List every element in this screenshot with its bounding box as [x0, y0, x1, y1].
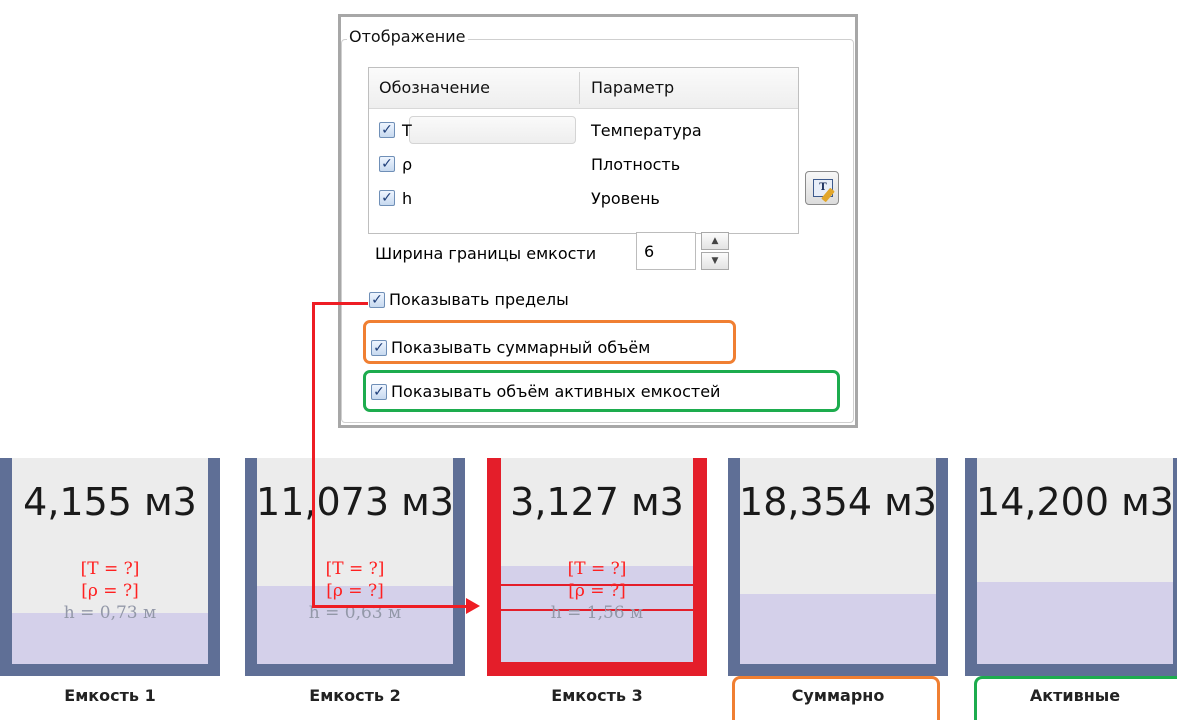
- arrow-head-icon: [466, 598, 480, 614]
- symbol-cell[interactable]: ρ: [402, 155, 412, 174]
- column-header-parameter[interactable]: Параметр: [591, 78, 674, 97]
- tank-label: Емкость 3: [551, 686, 643, 705]
- row-checkbox-temperature[interactable]: ✓: [379, 122, 395, 138]
- tank-total[interactable]: 18,354 м3: [728, 458, 948, 676]
- show-total-checkbox[interactable]: ✓: [371, 340, 387, 356]
- tank-active[interactable]: 14,200 м3: [965, 458, 1177, 676]
- row-checkbox-level[interactable]: ✓: [379, 190, 395, 206]
- tank-density: [ρ = ?]: [326, 581, 384, 601]
- tank-2[interactable]: 11,073 м3 [T = ?] [ρ = ?] h = 0,63 м: [245, 458, 465, 676]
- tank-volume: 11,073 м3: [256, 480, 454, 524]
- limits-arrow-horizontal-bottom: [312, 605, 468, 608]
- tank-label: Активные: [1029, 686, 1121, 705]
- show-active-label[interactable]: Показывать объём активных емкостей: [391, 382, 720, 401]
- symbol-cell[interactable]: T: [402, 121, 412, 140]
- limits-arrow-vertical: [312, 302, 315, 607]
- tank-volume: 3,127 м3: [510, 480, 684, 524]
- show-active-checkbox[interactable]: ✓: [371, 384, 387, 400]
- border-width-label: Ширина границы емкости: [375, 244, 597, 263]
- show-limits-label[interactable]: Показывать пределы: [389, 290, 569, 309]
- show-total-label[interactable]: Показывать суммарный объём: [391, 338, 650, 357]
- tank-temperature: [T = ?]: [80, 559, 140, 579]
- table-row[interactable]: ✓ T Температура: [369, 114, 798, 148]
- tank-level: h = 0,73 м: [63, 603, 157, 623]
- tank-label: Емкость 2: [309, 686, 401, 705]
- tank-temperature: [T = ?]: [567, 559, 627, 579]
- spin-down-button[interactable]: ▼: [701, 252, 729, 270]
- tank-1[interactable]: 4,155 м3 [T = ?] [ρ = ?] h = 0,73 м: [0, 458, 220, 676]
- parameter-cell: Уровень: [591, 189, 660, 208]
- parameter-cell: Температура: [591, 121, 702, 140]
- tank-label: Суммарно: [791, 686, 885, 705]
- show-active-option[interactable]: ✓ Показывать объём активных емкостей: [371, 382, 821, 404]
- table-row[interactable]: ✓ ρ Плотность: [369, 148, 798, 182]
- group-title: Отображение: [347, 27, 468, 46]
- symbol-edit-box[interactable]: [409, 116, 576, 144]
- table-row[interactable]: ✓ h Уровень: [369, 182, 798, 216]
- column-divider[interactable]: [579, 72, 580, 104]
- border-width-spinner: ▲ ▼: [701, 232, 729, 270]
- row-checkbox-density[interactable]: ✓: [379, 156, 395, 172]
- tank-fill-level: [977, 581, 1173, 664]
- tank-level: h = 1,56 м: [550, 603, 644, 623]
- table-header: Обозначение Параметр: [369, 68, 798, 109]
- limits-arrow-horizontal-top: [312, 302, 368, 305]
- show-limits-option[interactable]: ✓ Показывать пределы: [369, 290, 629, 312]
- show-total-option[interactable]: ✓ Показывать суммарный объём: [371, 338, 711, 360]
- font-settings-button[interactable]: T: [805, 171, 839, 205]
- tank-volume: 14,200 м3: [976, 480, 1174, 524]
- parameter-cell: Плотность: [591, 155, 681, 174]
- tank-density: [ρ = ?]: [81, 581, 139, 601]
- spin-up-button[interactable]: ▲: [701, 232, 729, 250]
- show-limits-checkbox[interactable]: ✓: [369, 292, 385, 308]
- parameters-table: Обозначение Параметр ✓ T Температура ✓ ρ…: [368, 67, 799, 234]
- tank-temperature: [T = ?]: [325, 559, 385, 579]
- tank-fill-level: [740, 593, 936, 664]
- tank-3-selected[interactable]: 3,127 м3 [T = ?] [ρ = ?] h = 1,56 м: [487, 458, 707, 676]
- tank-density: [ρ = ?]: [568, 581, 626, 601]
- border-width-input[interactable]: 6: [636, 232, 696, 270]
- tank-volume: 18,354 м3: [739, 480, 937, 524]
- symbol-cell[interactable]: h: [402, 189, 412, 208]
- tank-label: Емкость 1: [64, 686, 156, 705]
- display-settings-panel: Отображение Обозначение Параметр ✓ T Тем…: [338, 14, 858, 428]
- column-header-symbol[interactable]: Обозначение: [379, 78, 490, 97]
- tank-volume: 4,155 м3: [23, 480, 197, 524]
